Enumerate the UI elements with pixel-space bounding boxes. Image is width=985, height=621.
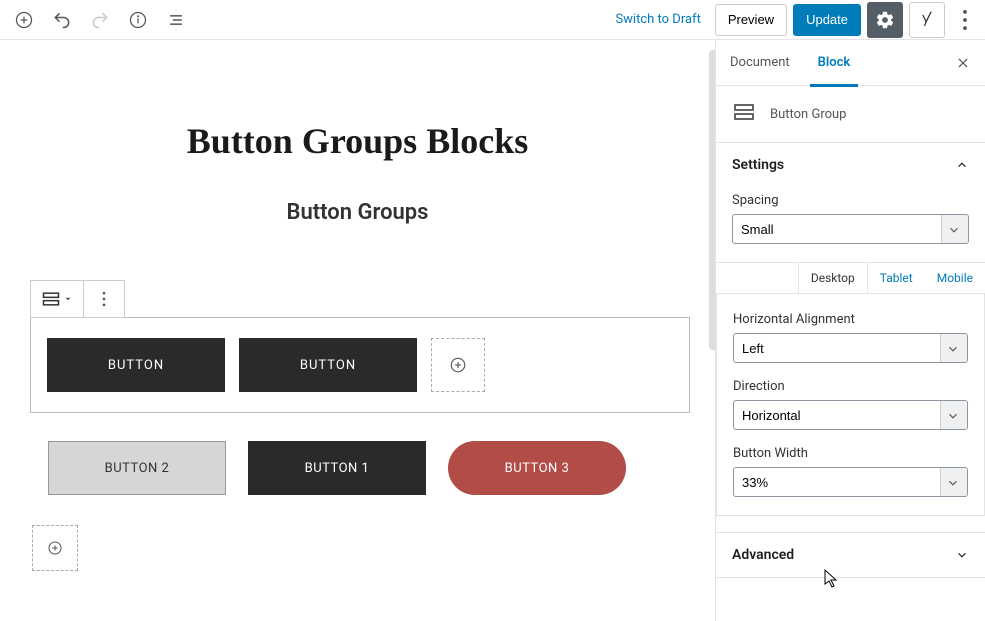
spacing-label: Spacing: [732, 193, 969, 208]
outline-button[interactable]: [158, 2, 194, 38]
yoast-seo-button[interactable]: [909, 2, 945, 38]
advanced-panel-toggle[interactable]: Advanced: [716, 533, 985, 577]
halign-select[interactable]: Left: [733, 333, 968, 363]
button-row: BUTTON 2 BUTTON 1 BUTTON 3: [30, 441, 685, 495]
close-sidebar-button[interactable]: [949, 49, 977, 77]
direction-label: Direction: [733, 379, 968, 394]
tab-tablet[interactable]: Tablet: [868, 263, 925, 293]
tab-desktop[interactable]: Desktop: [798, 263, 868, 293]
tab-block[interactable]: Block: [804, 40, 865, 86]
tab-document[interactable]: Document: [716, 40, 804, 86]
responsive-tabs: Desktop Tablet Mobile: [716, 262, 985, 294]
tab-mobile[interactable]: Mobile: [925, 263, 985, 293]
advanced-panel: Advanced: [716, 533, 985, 578]
more-options-button[interactable]: [951, 2, 979, 38]
undo-button[interactable]: [44, 2, 80, 38]
add-block-placeholder[interactable]: [32, 525, 78, 571]
responsive-settings-box: Horizontal Alignment Left Direction Hori…: [716, 294, 985, 516]
add-block-button[interactable]: [6, 2, 42, 38]
button-group-block[interactable]: BUTTON BUTTON: [30, 317, 690, 413]
block-toolbar: [30, 280, 125, 318]
direction-select[interactable]: Horizontal: [733, 400, 968, 430]
bwidth-select[interactable]: 33%: [733, 467, 968, 497]
info-button[interactable]: [120, 2, 156, 38]
block-name-label: Button Group: [770, 107, 846, 122]
block-more-options[interactable]: [84, 281, 124, 317]
add-button-placeholder[interactable]: [431, 338, 485, 392]
spacing-select[interactable]: Small: [732, 214, 969, 244]
button-item[interactable]: BUTTON 1: [248, 441, 426, 495]
page-title[interactable]: Button Groups Blocks: [30, 120, 685, 162]
block-type-icon[interactable]: [31, 281, 84, 317]
chevron-down-icon: [955, 548, 969, 562]
sidebar-tabs: Document Block: [716, 40, 985, 86]
chevron-up-icon: [955, 158, 969, 172]
button-item[interactable]: BUTTON: [47, 338, 225, 392]
switch-to-draft-link[interactable]: Switch to Draft: [615, 12, 700, 27]
button-item[interactable]: BUTTON: [239, 338, 417, 392]
preview-button[interactable]: Preview: [715, 4, 787, 36]
settings-toggle-button[interactable]: [867, 2, 903, 38]
button-item[interactable]: BUTTON 3: [448, 441, 626, 495]
settings-panel: Settings Spacing Small Desktop Tablet Mo…: [716, 143, 985, 533]
redo-button: [82, 2, 118, 38]
section-heading[interactable]: Button Groups: [30, 200, 685, 225]
update-button[interactable]: Update: [793, 4, 861, 36]
block-card: Button Group: [716, 86, 985, 143]
settings-sidebar: Document Block Button Group Settings Spa…: [715, 40, 985, 621]
settings-panel-toggle[interactable]: Settings: [716, 143, 985, 187]
canvas-scrollbar[interactable]: [709, 50, 715, 350]
bwidth-label: Button Width: [733, 446, 968, 461]
button-group-icon: [732, 100, 756, 128]
button-item[interactable]: BUTTON 2: [48, 441, 226, 495]
halign-label: Horizontal Alignment: [733, 312, 968, 327]
top-toolbar: Switch to Draft Preview Update: [0, 0, 985, 40]
